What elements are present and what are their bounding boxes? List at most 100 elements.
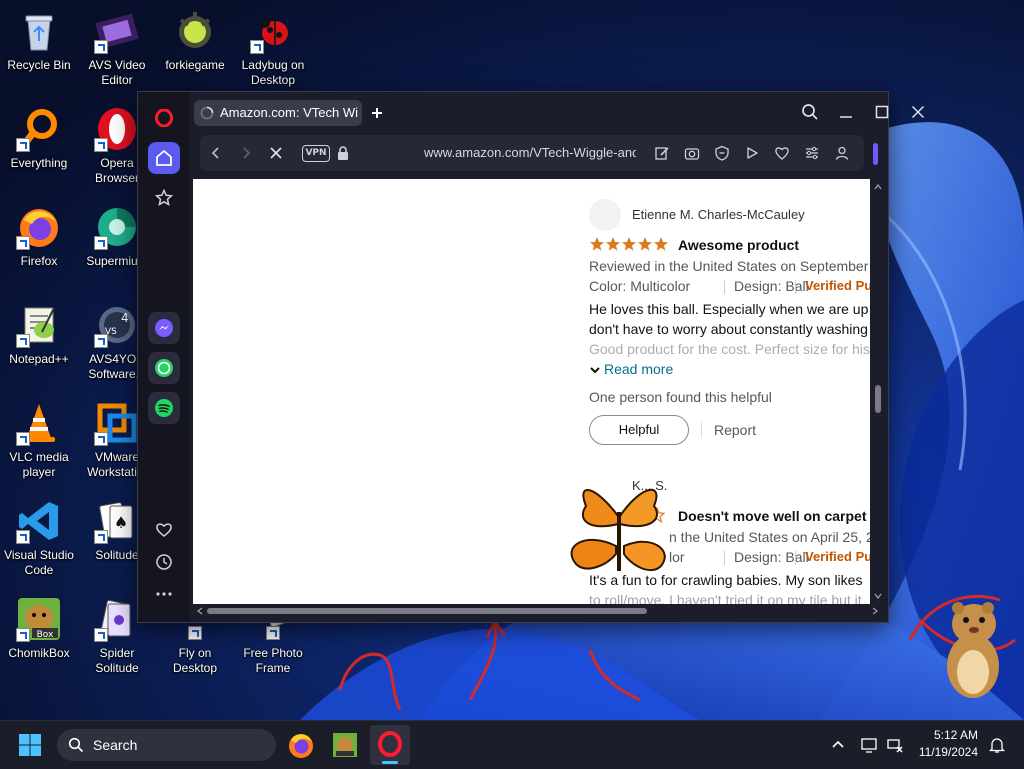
- vertical-scrollbar[interactable]: [872, 179, 884, 604]
- display-icon[interactable]: [860, 736, 878, 754]
- review-title[interactable]: Awesome product: [678, 237, 799, 253]
- desktop-icon-label: Visual Studio Code: [4, 548, 74, 577]
- clock[interactable]: 5:12 AM 11/19/2024: [912, 727, 978, 761]
- play-icon[interactable]: [744, 145, 760, 161]
- verified-purchase-badge: Verified Pur: [805, 278, 870, 293]
- helpful-button[interactable]: Helpful: [589, 415, 689, 445]
- desktop-icon-recycle-bin[interactable]: Recycle Bin: [0, 8, 78, 73]
- more-dots-icon: [156, 592, 172, 596]
- tab-search-button[interactable]: [800, 102, 820, 122]
- desktop-icon-label: ChomikBox: [8, 646, 70, 660]
- taskbar: Search 5:12 AM 11/19/2024: [0, 720, 1024, 769]
- start-button[interactable]: [16, 731, 44, 759]
- plus-icon: [372, 108, 382, 118]
- camera-snapshot-icon[interactable]: [684, 145, 700, 161]
- scroll-right-arrow-icon: [872, 607, 879, 615]
- new-tab-button[interactable]: [366, 102, 388, 124]
- windows-logo-icon: [19, 734, 41, 756]
- profile-icon[interactable]: [834, 145, 850, 161]
- sidebar-favorites-button[interactable]: [148, 514, 180, 546]
- sidebar-whatsapp-button[interactable]: [148, 352, 180, 384]
- taskbar-firefox[interactable]: [286, 730, 316, 760]
- desktop-icon-vlc[interactable]: VLC media player: [0, 400, 78, 480]
- page-content: Etienne M. Charles-McCauley Awesome prod…: [193, 179, 870, 604]
- svg-text:4: 4: [121, 311, 129, 325]
- lock-icon: [338, 146, 348, 160]
- search-placeholder: Search: [93, 737, 138, 753]
- review-title[interactable]: Doesn't move well on carpet: [678, 508, 867, 524]
- chevron-up-icon[interactable]: [830, 737, 846, 753]
- review-body-line: don't have to worry about constantly was…: [589, 321, 868, 337]
- heart-icon: [156, 523, 172, 537]
- desktop-icon-firefox[interactable]: Firefox: [0, 204, 78, 269]
- sidebar-spotify-button[interactable]: [148, 392, 180, 424]
- read-more-label: Read more: [604, 361, 674, 377]
- sidebar-toggle-indicator[interactable]: [873, 143, 878, 165]
- vertical-scroll-thumb[interactable]: [875, 385, 881, 413]
- desktop-icon-label: Fly on Desktop: [172, 646, 218, 675]
- reviewer-name[interactable]: Etienne M. Charles-McCauley: [632, 207, 805, 222]
- desktop-icon-forkiegame[interactable]: forkiegame: [156, 8, 234, 73]
- taskbar-search-box[interactable]: Search: [57, 729, 276, 761]
- sidebar-messenger-button[interactable]: [148, 312, 180, 344]
- helpful-button-label: Helpful: [618, 422, 660, 437]
- desktop-icon-notepadpp[interactable]: Notepad++: [0, 302, 78, 367]
- opera-icon: [378, 731, 402, 757]
- chevron-left-icon: [211, 147, 219, 159]
- sidebar-history-button[interactable]: [148, 546, 180, 578]
- desktop-icon-ladybug[interactable]: Ladybug on Desktop: [234, 8, 312, 88]
- forward-button[interactable]: [236, 143, 256, 163]
- desktop-icon-label: Free Photo Frame: [243, 646, 303, 675]
- vpn-badge[interactable]: VPN: [302, 145, 330, 162]
- desktop-icon-chomikbox[interactable]: Box ChomikBox: [0, 596, 78, 661]
- spotify-icon: [155, 399, 173, 417]
- edit-pen-icon[interactable]: [654, 145, 670, 161]
- shield-adblock-icon[interactable]: [714, 145, 730, 161]
- desktop-icon-label: forkiegame: [165, 58, 225, 72]
- stop-loading-button[interactable]: [266, 143, 286, 163]
- report-link[interactable]: Report: [714, 422, 756, 438]
- sidebar-bookmarks-button[interactable]: [148, 182, 180, 214]
- star-icon: [155, 189, 173, 207]
- taskbar-opera[interactable]: [370, 725, 410, 765]
- site-lock[interactable]: [336, 145, 350, 161]
- taskbar-chomik-app[interactable]: [330, 730, 360, 760]
- helpful-divider: [701, 422, 702, 438]
- forkiegame-icon: [179, 12, 211, 48]
- desktop-icon-label: Recycle Bin: [7, 58, 71, 72]
- back-button[interactable]: [206, 143, 226, 163]
- review-variant-design: Design: Ball: [734, 549, 809, 565]
- maximize-button[interactable]: [872, 102, 892, 122]
- easy-setup-icon[interactable]: [804, 145, 820, 161]
- sidebar-home-button[interactable]: [148, 142, 180, 174]
- close-button[interactable]: [908, 102, 928, 122]
- desktop-icon-avs-video-editor[interactable]: AVS Video Editor: [78, 8, 156, 88]
- network-disconnected-icon[interactable]: [886, 736, 904, 754]
- star-rating: [589, 236, 671, 252]
- url-field[interactable]: www.amazon.com/VTech-Wiggle-and-Crawl-Ba…: [424, 135, 636, 171]
- clock-time: 5:12 AM: [933, 728, 978, 742]
- desktop-icon-label: AVS Video Editor: [88, 58, 146, 87]
- hamster-desktop-pet[interactable]: [938, 598, 1008, 702]
- review-variant-design: Design: Ball: [734, 278, 809, 294]
- opera-sidebar: [138, 92, 190, 622]
- sidebar-more-button[interactable]: [148, 578, 180, 610]
- horizontal-scrollbar[interactable]: [193, 604, 884, 618]
- desktop-icon-vscode[interactable]: Visual Studio Code: [0, 498, 78, 578]
- horizontal-scroll-thumb[interactable]: [207, 608, 647, 614]
- opera-menu-button[interactable]: [148, 102, 180, 134]
- firefox-icon: [289, 734, 313, 758]
- search-icon: [802, 104, 818, 120]
- variant-divider: [724, 280, 725, 294]
- heart-icon[interactable]: [774, 145, 790, 161]
- minimize-button[interactable]: [836, 102, 856, 122]
- scroll-up-arrow-icon: [874, 183, 882, 190]
- search-icon: [68, 737, 84, 753]
- tab-amazon[interactable]: Amazon.com: VTech Wiggle: [194, 100, 362, 126]
- desktop-icon-label: Notepad++: [9, 352, 69, 366]
- notification-bell-icon[interactable]: [988, 736, 1006, 754]
- desktop-icon-label: Ladybug on Desktop: [241, 58, 305, 87]
- butterflies-desktop-overlay: [570, 488, 666, 572]
- desktop-icon-everything[interactable]: Everything: [0, 106, 78, 171]
- star-icon: [590, 237, 668, 251]
